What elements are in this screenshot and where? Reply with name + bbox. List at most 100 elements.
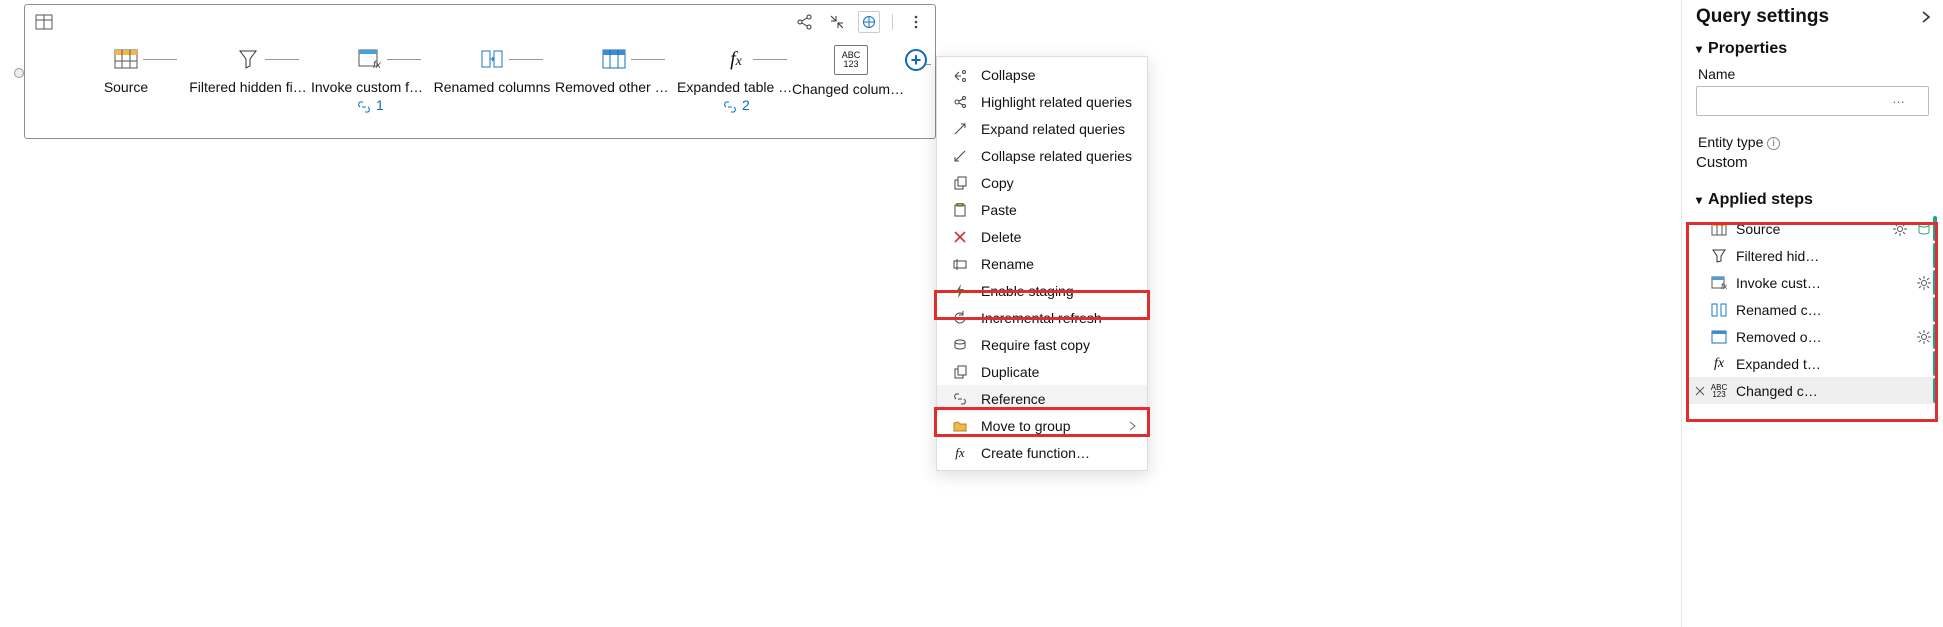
entity-type-value: Custom <box>1682 154 1943 171</box>
menu-collapse[interactable]: Collapse <box>937 61 1147 88</box>
diagram-step-invoke[interactable]: fx Invoke custom fu… 1 <box>309 45 431 113</box>
menu-highlight-related[interactable]: Highlight related queries <box>937 88 1147 115</box>
menu-label: Highlight related queries <box>981 94 1132 110</box>
applied-step-expanded[interactable]: fx Expanded t… <box>1688 350 1937 377</box>
share-icon[interactable] <box>794 11 816 33</box>
menu-incremental-refresh[interactable]: Incremental refresh <box>937 304 1147 331</box>
section-label: Applied steps <box>1708 191 1813 209</box>
menu-label: Collapse related queries <box>981 148 1132 164</box>
step-label: Expanded t… <box>1736 356 1933 372</box>
menu-label: Collapse <box>981 67 1035 83</box>
applied-step-invoke[interactable]: fx Invoke cust… <box>1688 269 1937 296</box>
step-label: Filtered hid… <box>1736 248 1933 264</box>
step-sub-ref[interactable]: 2 <box>722 97 750 113</box>
menu-label: Move to group <box>981 418 1071 434</box>
fx-small-icon: fx <box>951 445 969 461</box>
context-menu: Collapse Highlight related queries Expan… <box>936 56 1148 471</box>
menu-label: Create function… <box>981 445 1090 461</box>
panel-title-row: Query settings <box>1682 4 1943 32</box>
menu-label: Incremental refresh <box>981 310 1102 326</box>
applied-step-renamed[interactable]: Renamed c… <box>1688 296 1937 323</box>
table-fx-icon: fx <box>1710 276 1728 290</box>
step-label: Source <box>1736 221 1885 237</box>
svg-text:fx: fx <box>1721 282 1727 290</box>
more-icon[interactable] <box>905 11 927 33</box>
applied-step-removed[interactable]: Removed o… <box>1688 323 1937 350</box>
diagram-step-filtered[interactable]: Filtered hidden fi… <box>187 45 309 95</box>
menu-move-to-group[interactable]: Move to group <box>937 412 1147 439</box>
diagram-header <box>25 5 935 39</box>
table-blue-icon <box>1710 330 1728 344</box>
expand-rel-icon <box>951 122 969 136</box>
gear-icon[interactable] <box>1917 330 1933 344</box>
menu-copy[interactable]: Copy <box>937 169 1147 196</box>
menu-collapse-related[interactable]: Collapse related queries <box>937 142 1147 169</box>
step-label: Renamed columns <box>434 79 551 95</box>
applied-step-filtered[interactable]: Filtered hid… <box>1688 242 1937 269</box>
diagram-step-removed[interactable]: Removed other c… <box>553 45 675 95</box>
menu-label: Duplicate <box>981 364 1039 380</box>
step-label: Invoke custom fu… <box>311 79 429 95</box>
menu-label: Rename <box>981 256 1034 272</box>
fx-icon: fx <box>722 45 750 73</box>
bolt-icon <box>951 284 969 298</box>
properties-header[interactable]: ▾Properties <box>1682 32 1943 62</box>
panel-title: Query settings <box>1696 6 1829 28</box>
gear-icon[interactable] <box>1917 276 1933 290</box>
add-step-button[interactable]: + <box>905 49 927 71</box>
link-icon <box>951 393 969 405</box>
applied-step-changed[interactable]: ABC123 Changed c… <box>1688 377 1937 404</box>
fx-icon: fx <box>1710 356 1728 372</box>
section-label: Properties <box>1708 40 1787 58</box>
close-icon[interactable] <box>1692 386 1708 396</box>
input-more-icon[interactable]: … <box>1892 91 1907 106</box>
entity-type-label: Entity type i <box>1682 130 1943 154</box>
diagram-step-renamed[interactable]: Renamed columns <box>431 45 553 95</box>
info-icon[interactable]: i <box>1767 137 1780 150</box>
menu-require-fast-copy[interactable]: Require fast copy <box>937 331 1147 358</box>
collapse-icon[interactable] <box>826 11 848 33</box>
chevron-right-icon[interactable] <box>1921 10 1933 24</box>
menu-duplicate[interactable]: Duplicate <box>937 358 1147 385</box>
name-label: Name <box>1682 62 1943 86</box>
menu-label: Enable staging <box>981 283 1074 299</box>
diagram-step-expanded[interactable]: fx Expanded table c… 2 <box>675 45 797 113</box>
funnel-icon <box>1710 249 1728 263</box>
menu-expand-related[interactable]: Expand related queries <box>937 115 1147 142</box>
step-label: Removed other c… <box>555 79 673 95</box>
duplicate-icon <box>951 365 969 379</box>
collapse-rel-icon <box>951 149 969 163</box>
database-icon[interactable] <box>1917 222 1933 236</box>
menu-enable-staging[interactable]: Enable staging <box>937 277 1147 304</box>
menu-paste[interactable]: Paste <box>937 196 1147 223</box>
applied-step-source[interactable]: Source <box>1688 215 1937 242</box>
abc123-icon: ABC123 <box>1710 384 1728 398</box>
web-icon[interactable] <box>858 11 880 33</box>
menu-create-function[interactable]: fx Create function… <box>937 439 1147 466</box>
funnel-icon <box>234 45 262 73</box>
step-label: Changed c… <box>1736 383 1933 399</box>
applied-steps-header[interactable]: ▾Applied steps <box>1682 183 1943 213</box>
refresh-icon <box>951 311 969 325</box>
step-label: Changed column… <box>792 81 910 97</box>
diagram-step-source[interactable]: Source <box>65 45 187 95</box>
step-label: Removed o… <box>1736 329 1909 345</box>
gear-icon[interactable] <box>1893 222 1909 236</box>
step-label: Filtered hidden fi… <box>189 79 307 95</box>
table-fx-icon: fx <box>356 45 384 73</box>
table-yellow-icon <box>112 45 140 73</box>
diagram-output-handle[interactable] <box>14 68 24 78</box>
diagram-step-changed[interactable]: ABC123 Changed column… <box>797 45 905 97</box>
menu-rename[interactable]: Rename <box>937 250 1147 277</box>
menu-label: Require fast copy <box>981 337 1090 353</box>
svg-text:fx: fx <box>373 60 382 69</box>
chevron-right-icon <box>1129 421 1137 431</box>
step-sub-ref[interactable]: 1 <box>356 97 384 113</box>
step-label: Source <box>104 79 148 95</box>
menu-delete[interactable]: Delete <box>937 223 1147 250</box>
query-settings-panel: Query settings ▾Properties Name … Entity… <box>1681 0 1943 627</box>
menu-label: Expand related queries <box>981 121 1125 137</box>
step-label: Invoke cust… <box>1736 275 1909 291</box>
delete-icon <box>951 231 969 243</box>
menu-reference[interactable]: Reference <box>937 385 1147 412</box>
